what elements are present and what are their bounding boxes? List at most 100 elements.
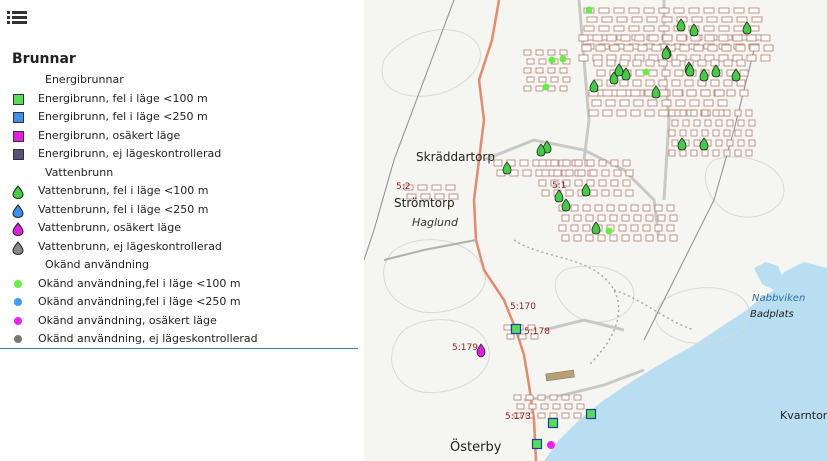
building: [519, 159, 529, 167]
building: [630, 109, 641, 117]
legend-dot-symbol-icon: [12, 278, 24, 290]
building: [621, 214, 630, 222]
building: [671, 79, 681, 87]
legend-drop-symbol-icon: [12, 203, 24, 218]
building: [585, 234, 594, 242]
layer-list-menu-icon[interactable]: [6, 8, 28, 28]
building: [691, 16, 703, 23]
legend-dot-symbol-icon: [12, 296, 24, 308]
building: [570, 204, 579, 212]
building: [715, 119, 723, 127]
unknown-well-marker-icon: [605, 227, 613, 235]
building: [616, 16, 628, 23]
legend-item-label: Okänd användning,fel i läge <250 m: [38, 295, 241, 308]
building: [523, 67, 532, 74]
building: [526, 58, 535, 65]
building: [645, 79, 655, 87]
building: [745, 109, 753, 117]
building: [726, 89, 736, 97]
building: [619, 99, 630, 107]
building: [703, 99, 714, 107]
building: [668, 109, 676, 117]
building: [574, 179, 583, 187]
building: [525, 394, 534, 401]
building: [666, 204, 675, 212]
building: [701, 149, 709, 157]
building: [676, 34, 687, 42]
building: [662, 34, 673, 42]
place-label-kvarntorp: Kvarntorp: [780, 409, 827, 422]
building: [564, 403, 573, 410]
building: [594, 204, 603, 212]
building: [654, 204, 663, 212]
building: [549, 412, 558, 419]
building: [578, 54, 589, 62]
building: [601, 169, 610, 177]
building: [679, 149, 687, 157]
building: [610, 159, 619, 167]
building: [645, 59, 655, 67]
building: [686, 89, 697, 97]
building: [648, 34, 659, 42]
building: [712, 109, 720, 117]
building: [570, 224, 579, 232]
building: [630, 224, 639, 232]
building: [648, 69, 658, 77]
building: [610, 179, 619, 187]
dock: [545, 369, 575, 382]
building: [591, 99, 602, 107]
building: [643, 25, 655, 32]
building: [748, 119, 756, 127]
building: [723, 149, 731, 157]
building: [613, 25, 625, 32]
building: [625, 169, 634, 177]
building: [710, 79, 720, 87]
building: [598, 159, 607, 167]
building: [559, 49, 568, 56]
energy-well-marker-icon: [531, 438, 543, 450]
building: [689, 99, 700, 107]
building: [526, 76, 535, 83]
building: [647, 99, 658, 107]
building: [734, 129, 742, 137]
map-view[interactable]: Skräddartorp Strömtorp Haglund Nabbviken…: [364, 0, 827, 461]
map-canvas[interactable]: Skräddartorp Strömtorp Haglund Nabbviken…: [364, 0, 827, 461]
building: [706, 16, 718, 23]
parcel-label: 5:170: [510, 302, 536, 312]
building: [658, 109, 669, 117]
building: [726, 119, 734, 127]
building: [613, 7, 625, 14]
water-well-uncertain-marker-icon: [476, 343, 486, 358]
building: [561, 234, 570, 242]
building: [628, 25, 640, 32]
building: [672, 89, 683, 97]
building: [552, 403, 561, 410]
building: [763, 44, 774, 52]
building: [601, 16, 613, 23]
building: [682, 119, 690, 127]
building: [606, 204, 615, 212]
energy-well-marker-icon: [547, 417, 559, 429]
building: [625, 189, 634, 197]
building: [723, 79, 733, 87]
building: [718, 25, 730, 32]
building: [633, 99, 644, 107]
building: [630, 204, 639, 212]
building: [718, 34, 729, 42]
building: [601, 189, 610, 197]
building: [595, 44, 606, 52]
building: [704, 34, 715, 42]
building: [710, 59, 720, 67]
building: [735, 44, 746, 52]
building: [661, 16, 673, 23]
building: [621, 234, 630, 242]
building: [634, 34, 645, 42]
building: [712, 149, 720, 157]
building: [558, 224, 567, 232]
building: [573, 394, 582, 401]
building: [748, 139, 756, 147]
legend-item-label: Okänd användning: [45, 258, 149, 271]
place-label-skraddartorp: Skräddartorp: [416, 150, 495, 164]
building: [673, 7, 685, 14]
legend-square-symbol-icon: [12, 148, 24, 160]
